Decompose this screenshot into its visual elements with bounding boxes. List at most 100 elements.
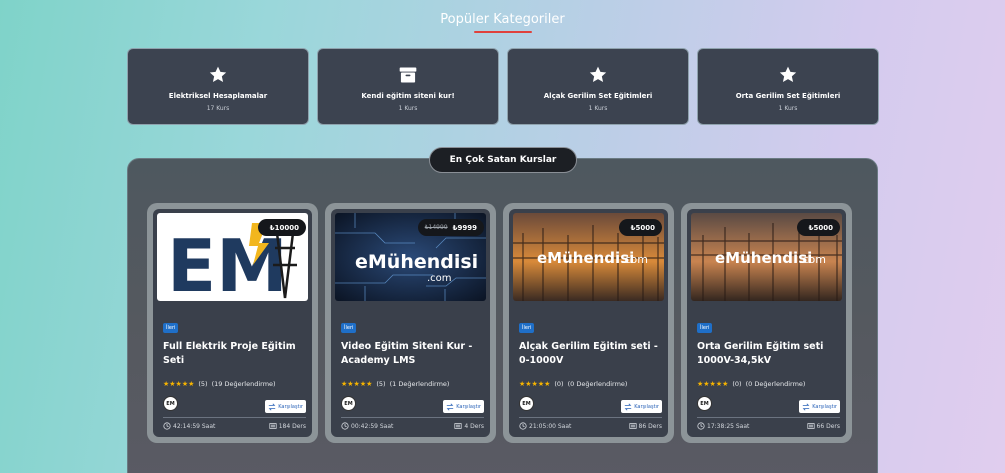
lessons: 184 Ders [269,422,306,430]
course-meta: 00:42:59 Saat 4 Ders [341,422,484,430]
compare-icon [268,403,276,410]
category-count: 17 Kurs [206,105,230,112]
title-underline [474,31,532,33]
rating-row: ★★★★★ (0) (0 Değerlendirme) [519,380,627,388]
rating-count: (0) [732,380,742,388]
level-badge: İleri [163,323,179,333]
divider [341,417,484,418]
lessons-icon [806,423,815,429]
archive-box-icon [399,67,417,83]
course-list: EM ₺10000 İleri Full Elektrik Proje Eğit… [147,203,852,443]
lessons-text: 4 Ders [464,422,484,430]
price-badge: ₺5000 [796,219,840,236]
svg-text:.com: .com [799,253,826,266]
course-card[interactable]: eMühendisi .com ₺14999 ₺9999 İleri Video… [331,209,490,437]
clock-icon [519,422,527,430]
compare-icon [624,403,632,410]
svg-text:eMühendisi: eMühendisi [715,249,812,267]
course-card-frame: eMühendisi .com ₺5000 İleri Orta Gerilim… [681,203,852,443]
review-count: (19 Değerlendirme) [211,380,276,388]
clock-icon [697,422,705,430]
lessons-text: 66 Ders [816,422,840,430]
instructor-avatar[interactable]: EM [341,396,356,411]
category-name: Kendi eğitim siteni kur! [361,92,455,100]
category-name: Orta Gerilim Set Eğitimleri [735,92,841,100]
compare-button[interactable]: Karşılaştır [799,400,840,413]
price-badge: ₺5000 [618,219,662,236]
duration-text: 00:42:59 Saat [351,422,394,430]
svg-text:.com: .com [621,253,648,266]
instructor-avatar[interactable]: EM [519,396,534,411]
course-card[interactable]: eMühendisi .com ₺5000 İleri Alçak Gerili… [509,209,668,437]
rating-row: ★★★★★ (5) (19 Değerlendirme) [163,380,276,388]
current-price: ₺9999 [452,223,477,232]
price-badge: ₺10000 [257,219,306,236]
duration: 21:05:00 Saat [519,422,571,430]
lessons-text: 86 Ders [638,422,662,430]
course-card-frame: eMühendisi .com ₺5000 İleri Alçak Gerili… [503,203,674,443]
svg-text:eMühendisi: eMühendisi [355,251,478,273]
rating-count: (0) [554,380,564,388]
old-price: ₺14999 [424,224,448,231]
category-count: 1 Kurs [588,105,608,112]
duration: 17:38:25 Saat [697,422,749,430]
clock-icon [163,422,171,430]
star-rating-icon: ★★★★★ [341,380,373,388]
lessons-icon [628,423,637,429]
category-card-elektriksel-hesaplamalar[interactable]: Elektriksel Hesaplamalar 17 Kurs [127,48,309,125]
compare-label: Karşılaştır [278,403,303,410]
star-rating-icon: ★★★★★ [163,380,195,388]
course-title[interactable]: Orta Gerilim Eğitim seti 1000V-34,5kV [697,340,839,368]
category-card-orta-gerilim[interactable]: Orta Gerilim Set Eğitimleri 1 Kurs [697,48,879,125]
compare-button[interactable]: Karşılaştır [265,400,306,413]
price-badge: ₺14999 ₺9999 [417,219,484,236]
star-rating-icon: ★★★★★ [697,380,729,388]
course-card[interactable]: eMühendisi .com ₺5000 İleri Orta Gerilim… [687,209,846,437]
category-name: Elektriksel Hesaplamalar [168,92,268,100]
course-card-frame: eMühendisi .com ₺14999 ₺9999 İleri Video… [325,203,496,443]
category-card-alcak-gerilim[interactable]: Alçak Gerilim Set Eğitimleri 1 Kurs [507,48,689,125]
lessons-icon [269,423,277,429]
course-meta: 42:14:59 Saat 184 Ders [163,422,306,430]
category-count: 1 Kurs [398,105,418,112]
lessons: 86 Ders [628,422,662,430]
level-badge: İleri [341,323,357,333]
course-title[interactable]: Full Elektrik Proje Eğitim Seti [163,340,305,368]
svg-text:eMühendisi: eMühendisi [537,249,634,267]
review-count: (0 Değerlendirme) [745,380,806,388]
duration: 00:42:59 Saat [341,422,393,430]
rating-count: (5) [198,380,208,388]
instructor-avatar[interactable]: EM [163,396,178,411]
course-card[interactable]: EM ₺10000 İleri Full Elektrik Proje Eğit… [153,209,312,437]
compare-button[interactable]: Karşılaştır [443,400,484,413]
level-badge: İleri [697,323,713,333]
current-price: ₺5000 [808,223,833,232]
rating-row: ★★★★★ (0) (0 Değerlendirme) [697,380,805,388]
compare-label: Karşılaştır [812,403,837,410]
course-title[interactable]: Alçak Gerilim Eğitim seti - 0-1000V [519,340,661,368]
divider [697,417,840,418]
section-title: Popüler Kategoriler [440,12,565,27]
svg-text:.com: .com [427,273,452,284]
bestseller-label: En Çok Satan Kurslar [429,147,577,173]
course-meta: 17:38:25 Saat 66 Ders [697,422,840,430]
rating-row: ★★★★★ (5) (1 Değerlendirme) [341,380,449,388]
star-icon [589,66,607,82]
compare-label: Karşılaştır [456,403,481,410]
level-badge: İleri [519,323,535,333]
review-count: (1 Değerlendirme) [389,380,450,388]
compare-button[interactable]: Karşılaştır [621,400,662,413]
compare-icon [446,403,454,410]
lessons: 66 Ders [806,422,840,430]
star-rating-icon: ★★★★★ [519,380,551,388]
clock-icon [341,422,349,430]
star-icon [779,66,797,82]
category-count: 1 Kurs [778,105,798,112]
category-card-kendi-egitim-siteni-kur[interactable]: Kendi eğitim siteni kur! 1 Kurs [317,48,499,125]
instructor-avatar[interactable]: EM [697,396,712,411]
category-list: Elektriksel Hesaplamalar 17 Kurs Kendi e… [127,48,879,125]
duration: 42:14:59 Saat [163,422,215,430]
current-price: ₺5000 [630,223,655,232]
course-title[interactable]: Video Eğitim Siteni Kur - Academy LMS [341,340,483,368]
compare-label: Karşılaştır [634,403,659,410]
